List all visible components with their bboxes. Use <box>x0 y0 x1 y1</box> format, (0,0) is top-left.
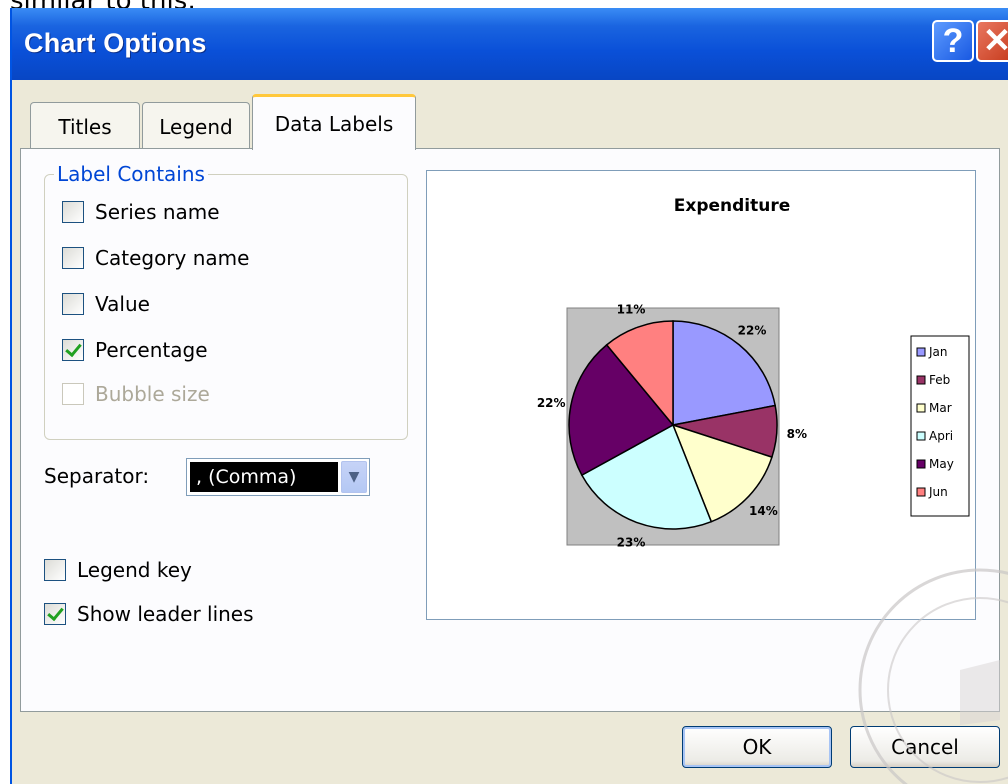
bubble-size-checkbox: Bubble size <box>62 382 210 406</box>
tab-data-labels[interactable]: Data Labels <box>252 94 416 150</box>
percentage-box[interactable] <box>62 339 84 361</box>
window-title: Chart Options <box>24 28 207 58</box>
title-bar[interactable]: Chart Options ? ✕ <box>12 8 1008 80</box>
tab-legend[interactable]: Legend <box>142 102 250 150</box>
category-name-label: Category name <box>95 246 250 270</box>
ok-button[interactable]: OK <box>682 726 832 768</box>
show-leader-lines-checkbox[interactable]: Show leader lines <box>44 602 254 626</box>
data-label-feb: 8% <box>787 427 807 441</box>
separator-label: Separator: <box>44 464 150 488</box>
value-box[interactable] <box>62 293 84 315</box>
show-leader-lines-label: Show leader lines <box>77 602 254 626</box>
separator-value[interactable]: , (Comma) <box>190 462 338 492</box>
legend-swatch-jan <box>916 347 926 357</box>
legend-key-label: Legend key <box>77 558 192 582</box>
close-icon: ✕ <box>982 22 1008 60</box>
category-name-checkbox[interactable]: Category name <box>62 246 249 270</box>
series-name-checkbox[interactable]: Series name <box>62 200 220 224</box>
series-name-label: Series name <box>95 200 220 224</box>
legend-swatch-may <box>916 459 926 469</box>
legend-label-jan: Jan <box>928 345 948 359</box>
show-leader-lines-box[interactable] <box>44 603 66 625</box>
data-label-jan: 22% <box>738 324 767 338</box>
bubble-size-box <box>62 383 84 405</box>
legend-swatch-feb <box>916 375 926 385</box>
value-label: Value <box>95 292 150 316</box>
data-label-may: 22% <box>537 396 566 410</box>
legend-key-checkbox[interactable]: Legend key <box>44 558 192 582</box>
series-name-box[interactable] <box>62 201 84 223</box>
data-label-jun: 11% <box>617 302 646 316</box>
value-checkbox[interactable]: Value <box>62 292 150 316</box>
tab-titles[interactable]: Titles <box>30 102 140 150</box>
label-contains-heading: Label Contains <box>54 162 208 186</box>
close-button[interactable]: ✕ <box>976 20 1008 62</box>
legend-label-may: May <box>929 457 954 471</box>
legend-label-jun: Jun <box>928 485 948 499</box>
legend-key-box[interactable] <box>44 559 66 581</box>
chart-title: Expenditure <box>674 196 791 216</box>
percentage-checkbox[interactable]: Percentage <box>62 338 208 362</box>
legend-swatch-jun <box>916 487 926 497</box>
bubble-size-label: Bubble size <box>95 382 210 406</box>
legend-label-mar: Mar <box>929 401 952 415</box>
legend-swatch-april <box>916 431 926 441</box>
dropdown-arrow-button[interactable]: ▼ <box>341 461 367 493</box>
legend-label-april: Apri <box>929 429 953 443</box>
percentage-label: Percentage <box>95 338 208 362</box>
category-name-box[interactable] <box>62 247 84 269</box>
data-label-april: 23% <box>617 536 646 550</box>
help-icon: ? <box>942 21 964 60</box>
legend-swatch-mar <box>916 403 926 413</box>
legend-label-feb: Feb <box>929 373 950 387</box>
help-button[interactable]: ? <box>932 20 974 62</box>
watermark-seal <box>858 568 1008 784</box>
data-label-mar: 14% <box>749 504 778 518</box>
separator-dropdown[interactable]: , (Comma) ▼ <box>186 458 370 496</box>
chevron-down-icon: ▼ <box>348 469 360 485</box>
